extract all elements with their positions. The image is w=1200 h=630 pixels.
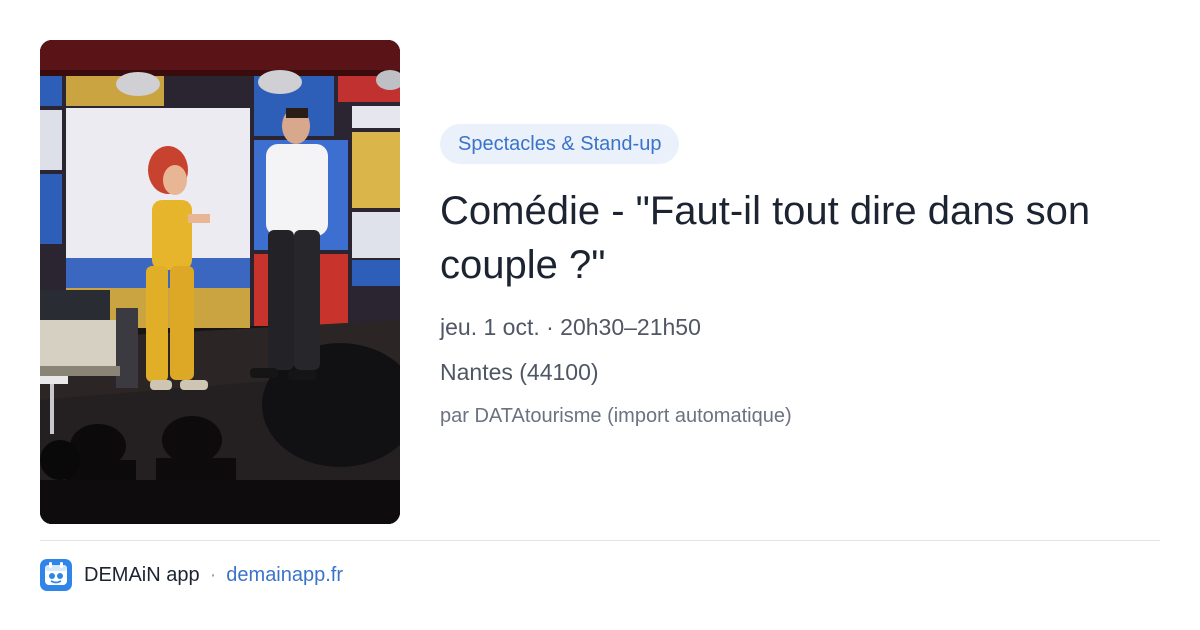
footer: DEMAiN app · demainapp.fr xyxy=(40,558,343,592)
footer-divider xyxy=(40,540,1160,541)
demain-app-logo-icon xyxy=(40,559,72,591)
event-meta: jeu. 1 oct. · 20h30–21h50 Nantes (44100)… xyxy=(440,312,1160,430)
category-badge[interactable]: Spectacles & Stand-up xyxy=(440,124,680,164)
event-datetime: jeu. 1 oct. · 20h30–21h50 xyxy=(440,314,701,340)
event-source: par DATAtourisme (import automatique) xyxy=(440,405,792,427)
event-title: Comédie - "Faut-il tout dire dans son co… xyxy=(440,189,1091,287)
event-location: Nantes (44100) xyxy=(440,359,599,385)
footer-separator: · xyxy=(209,563,217,586)
event-info: Spectacles & Stand-up Comédie - "Faut-il… xyxy=(440,124,1160,430)
app-domain-link[interactable]: demainapp.fr xyxy=(226,564,343,587)
app-name: DEMAiN app xyxy=(84,563,200,586)
event-photo xyxy=(40,40,400,524)
